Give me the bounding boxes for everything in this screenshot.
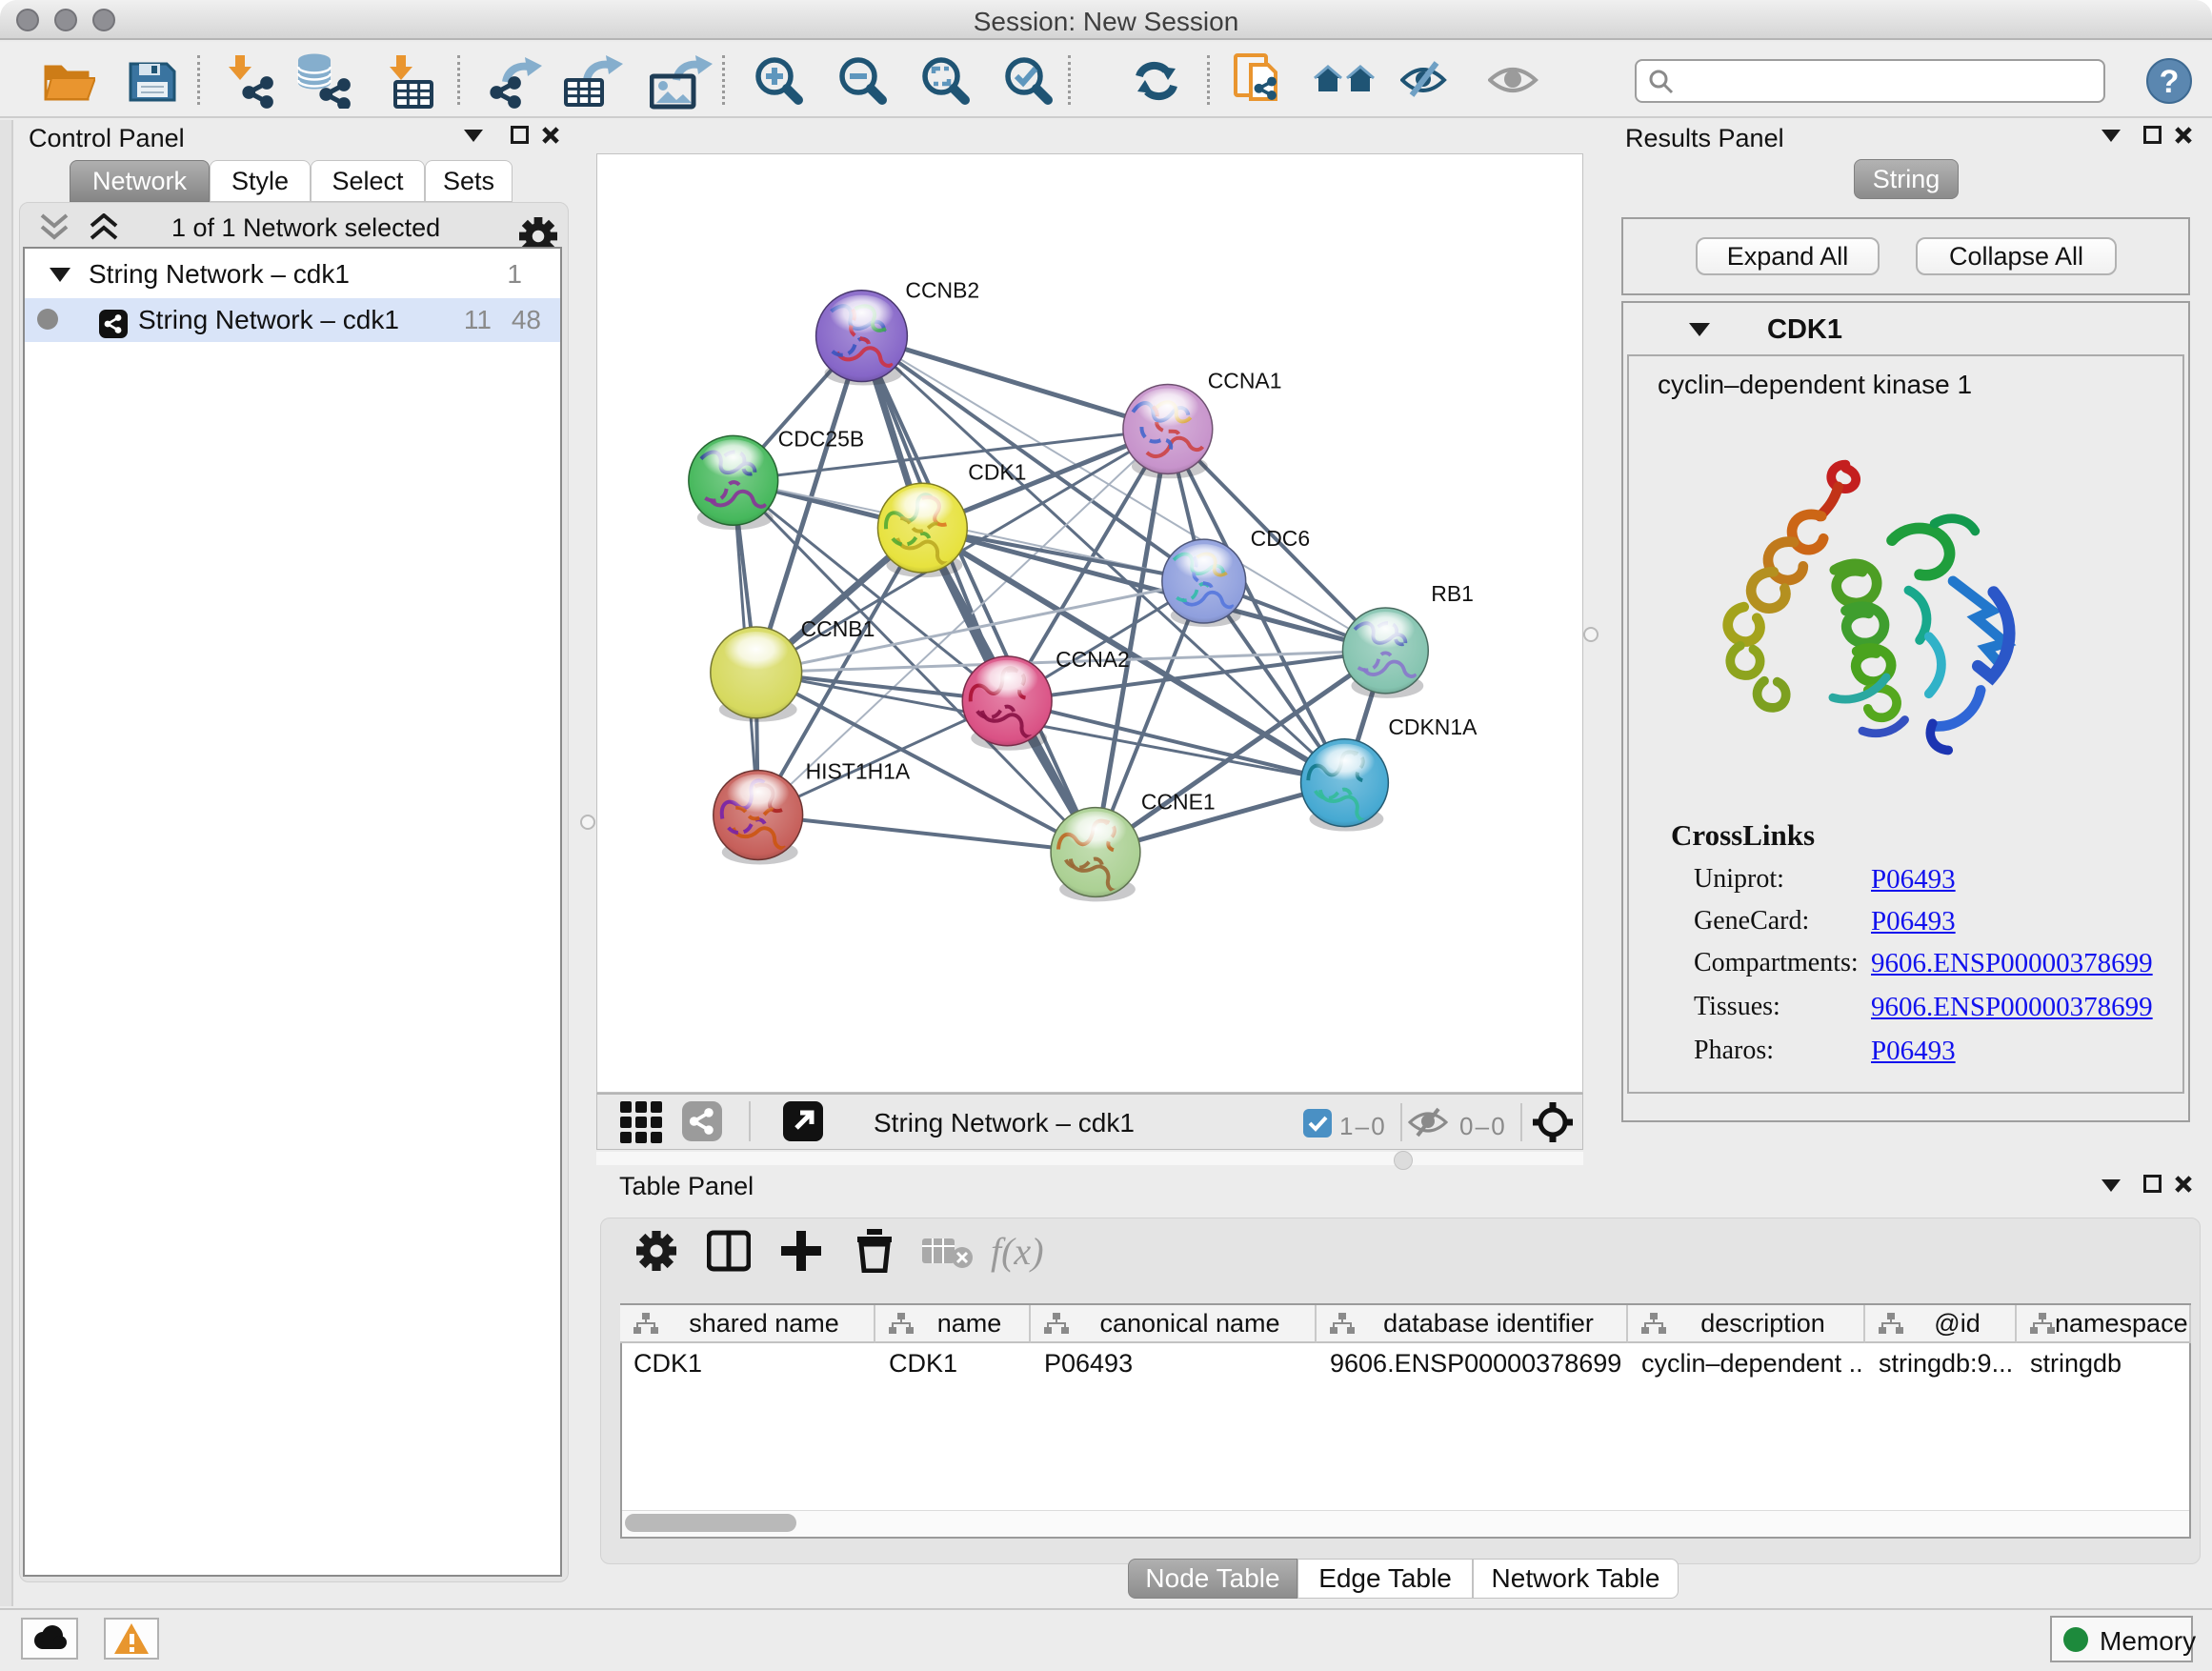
svg-text:RB1: RB1 (1431, 581, 1474, 606)
svg-text:CCNE1: CCNE1 (1141, 790, 1216, 815)
svg-text:HIST1H1A: HIST1H1A (806, 759, 911, 784)
svg-text:CCNB2: CCNB2 (905, 278, 979, 303)
svg-text:CDC25B: CDC25B (778, 426, 865, 451)
svg-text:CCNA1: CCNA1 (1208, 369, 1282, 393)
svg-text:CDC6: CDC6 (1251, 526, 1310, 551)
svg-text:CDK1: CDK1 (968, 459, 1026, 484)
svg-text:CCNB1: CCNB1 (801, 616, 875, 641)
svg-text:CCNA2: CCNA2 (1056, 647, 1130, 672)
svg-text:CDKN1A: CDKN1A (1388, 715, 1478, 739)
